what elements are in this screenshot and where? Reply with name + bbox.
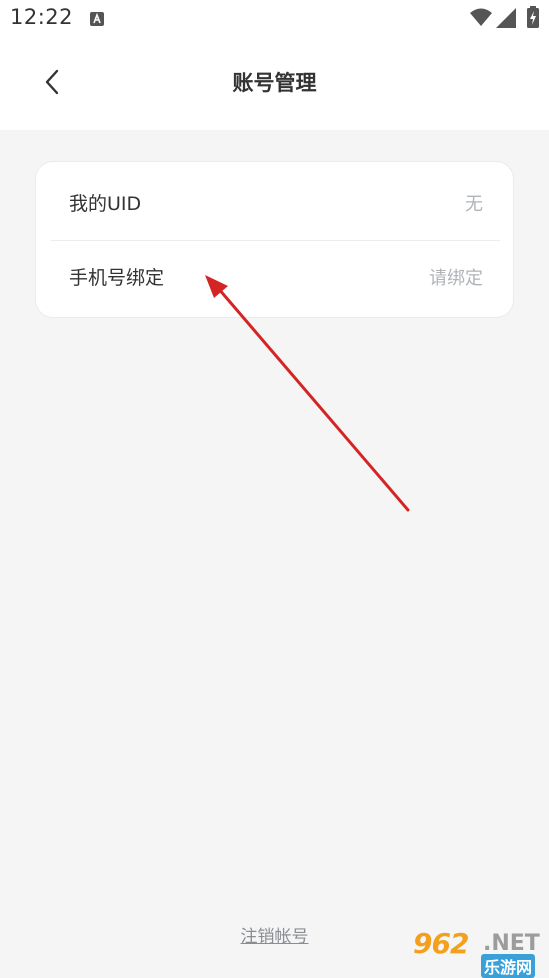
watermark-number: 962 (413, 927, 469, 960)
phone-binding-value: 请绑定 (429, 268, 483, 289)
status-bar: 12:22 (0, 0, 549, 40)
watermark-chinese: 乐游网 (481, 954, 536, 978)
account-settings-card: 我的UID 无 手机号绑定 请绑定 (35, 161, 514, 318)
uid-row[interactable]: 我的UID 无 (36, 162, 513, 239)
watermark-suffix: .NET (483, 931, 540, 956)
app-header: 账号管理 (0, 40, 549, 130)
watermark-logo: 962 .NET 乐游网 (407, 927, 543, 978)
phone-binding-label: 手机号绑定 (69, 267, 165, 289)
annotation-arrow (205, 275, 410, 512)
uid-value: 无 (465, 194, 483, 215)
a-letter-icon (90, 11, 104, 30)
status-time: 12:22 (10, 5, 74, 29)
phone-binding-row[interactable]: 手机号绑定 请绑定 (36, 240, 513, 317)
wifi-icon (470, 8, 492, 30)
uid-label: 我的UID (69, 193, 142, 215)
cell-signal-icon (496, 8, 516, 32)
battery-charging-icon (527, 6, 539, 32)
page-title: 账号管理 (232, 71, 317, 95)
